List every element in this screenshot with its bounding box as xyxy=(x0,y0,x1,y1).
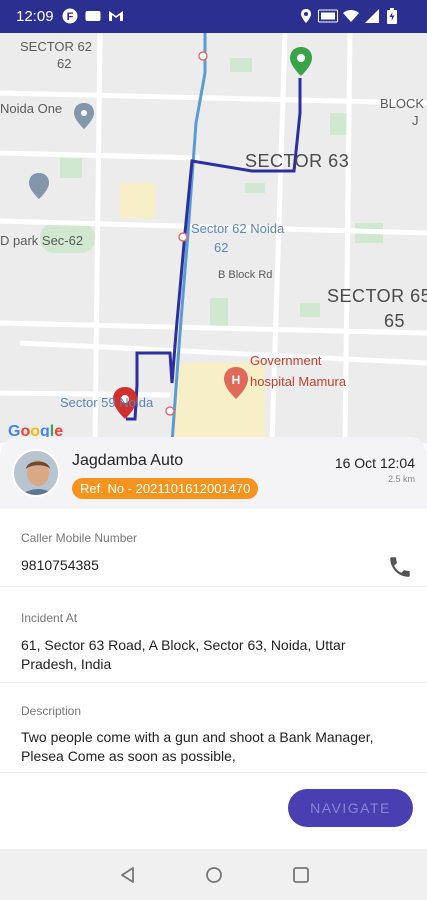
incident-datetime: 16 Oct 12:04 xyxy=(334,455,415,471)
map-label-d-park: D park Sec-62 xyxy=(0,233,84,248)
map-label-sector62-noida-num: 62 xyxy=(214,240,229,255)
status-bar: 12:09 F xyxy=(0,0,427,33)
map-label-block: BLOCK xyxy=(380,96,425,111)
svg-text:F: F xyxy=(67,11,74,23)
map-label-b-block-rd: B Block Rd xyxy=(218,269,273,281)
incident-distance: 2.5 km xyxy=(387,474,415,484)
incident-header[interactable]: Jagdamba Auto Ref. No - 2021101612001470… xyxy=(0,437,427,509)
navigate-button[interactable]: NAVIGATE xyxy=(288,789,413,827)
map-label-sector65: SECTOR 65 xyxy=(327,286,427,306)
map-view[interactable]: H SECTOR 62 62 Noida One SECTOR 63 BLOCK… xyxy=(0,33,427,443)
map-label-sector62-top-num: 62 xyxy=(57,56,72,71)
map-label-govt-hospital: Government xyxy=(250,353,322,368)
location-icon xyxy=(301,9,311,23)
caller-number-value: 9810754385 xyxy=(21,557,99,573)
map-label-govt-hospital-2: hospital Mamura xyxy=(250,374,347,389)
back-icon[interactable] xyxy=(118,865,138,885)
avatar xyxy=(12,449,60,497)
message-icon xyxy=(85,11,101,21)
battery-icon xyxy=(387,8,397,24)
gmail-icon xyxy=(109,11,123,21)
map-label-sector65-num: 65 xyxy=(384,311,406,331)
incident-location-field: Incident At 61, Sector 63 Road, A Block,… xyxy=(0,597,427,683)
map-label-sector59: Sector 59 Noida xyxy=(60,395,154,410)
app-f-icon: F xyxy=(62,8,78,24)
wifi-icon xyxy=(343,10,359,22)
description-value: Two people come with a gun and shoot a B… xyxy=(21,729,374,764)
caller-number-field: Caller Mobile Number 9810754385 xyxy=(0,517,427,587)
svg-text:H: H xyxy=(232,373,241,387)
recents-icon[interactable] xyxy=(291,865,311,885)
map-label-sector62-noida: Sector 62 Noida xyxy=(191,221,285,236)
incident-location-value: 61, Sector 63 Road, A Block, Sector 63, … xyxy=(21,637,346,672)
phone-icon[interactable] xyxy=(387,554,413,580)
android-nav-bar xyxy=(0,849,427,900)
map-label-sector63: SECTOR 63 xyxy=(245,151,350,171)
incident-location-label: Incident At xyxy=(21,611,78,625)
map-label-block-j: J xyxy=(412,113,419,128)
map-label-sector62-top: SECTOR 62 xyxy=(20,39,93,54)
description-field: Description Two people come with a gun a… xyxy=(0,693,427,773)
map-label-noida-one: Noida One xyxy=(0,101,63,116)
status-time: 12:09 xyxy=(16,8,54,25)
home-icon[interactable] xyxy=(204,865,224,885)
reference-badge: Ref. No - 2021101612001470 xyxy=(72,478,259,499)
avatar-image xyxy=(14,451,58,495)
volte-icon xyxy=(318,9,338,23)
caller-number-label: Caller Mobile Number xyxy=(21,531,138,545)
incident-sheet: Jagdamba Auto Ref. No - 2021101612001470… xyxy=(0,437,427,849)
caller-name: Jagdamba Auto xyxy=(72,452,184,469)
signal-icon xyxy=(365,9,379,23)
description-label: Description xyxy=(21,704,82,718)
